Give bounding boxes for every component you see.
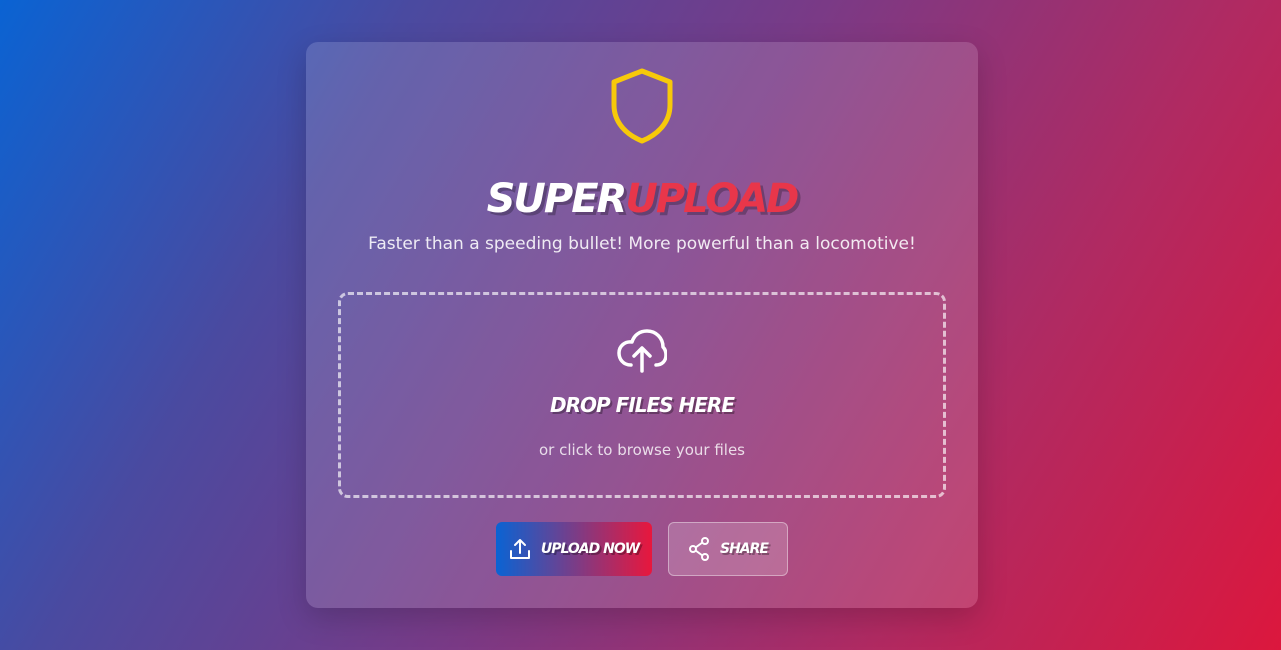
upload-card: SUPERUPLOAD Faster than a speeding bulle… (306, 42, 978, 608)
tagline: Faster than a speeding bullet! More powe… (368, 234, 916, 254)
dropzone-subtitle: or click to browse your files (539, 441, 745, 459)
app-title-part1: SUPER (486, 176, 628, 222)
dropzone-title: DROP FILES HERE (550, 393, 735, 417)
upload-now-button[interactable]: UPLOAD NOW (496, 522, 652, 576)
upload-now-label: UPLOAD NOW (540, 541, 640, 557)
cloud-upload-icon (617, 329, 667, 373)
share-button[interactable]: SHARE (668, 522, 788, 576)
share-label: SHARE (720, 541, 769, 557)
share-icon (689, 537, 709, 561)
app-title-part2: UPLOAD (625, 176, 799, 222)
app-title: SUPERUPLOAD (306, 170, 978, 228)
shield-icon (611, 68, 673, 144)
upload-icon (509, 539, 530, 559)
file-dropzone[interactable]: DROP FILES HERE or click to browse your … (338, 292, 946, 498)
